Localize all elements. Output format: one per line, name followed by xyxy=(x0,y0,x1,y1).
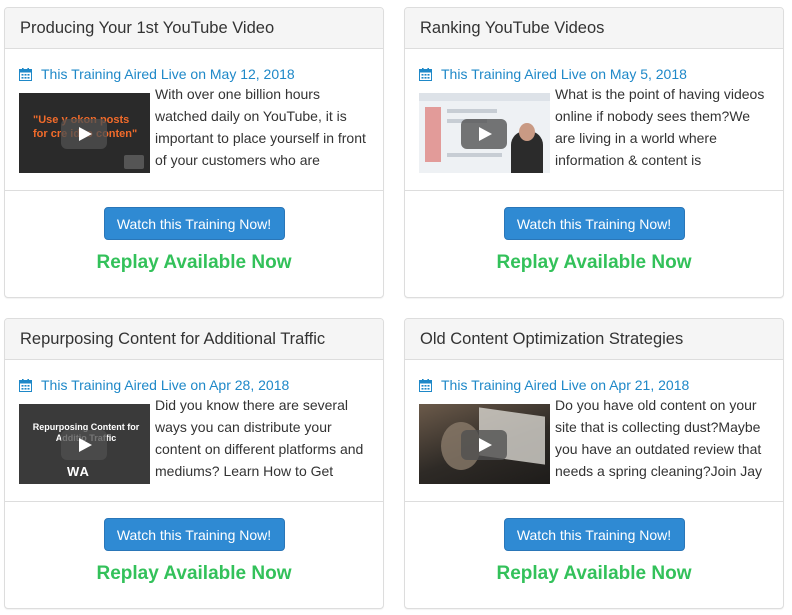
card-header: Ranking YouTube Videos xyxy=(405,8,783,49)
card-description: Did you know there are several ways you … xyxy=(155,397,364,479)
card-footer: Watch this Training Now! Replay Availabl… xyxy=(405,191,783,274)
video-thumbnail[interactable]: "Use y okon posts for cre ideo conten" xyxy=(19,93,150,173)
thumbnail-sidebar xyxy=(425,107,441,162)
card-footer: Watch this Training Now! Replay Availabl… xyxy=(5,502,383,585)
aired-date-link[interactable]: This Training Aired Live on Apr 28, 2018 xyxy=(41,377,289,393)
training-card: Ranking YouTube Videos This Training Air… xyxy=(404,7,784,298)
training-grid: Producing Your 1st YouTube Video This Tr… xyxy=(0,0,792,615)
card-header: Producing Your 1st YouTube Video xyxy=(5,8,383,49)
card-body: This Training Aired Live on Apr 21, 2018… xyxy=(405,360,783,502)
card-description: Do you have old content on your site tha… xyxy=(555,397,763,479)
aired-date: This Training Aired Live on May 5, 2018 xyxy=(419,66,769,82)
calendar-icon xyxy=(419,378,432,392)
watch-training-button[interactable]: Watch this Training Now! xyxy=(503,207,685,240)
video-thumbnail[interactable] xyxy=(419,93,550,173)
card-media: "Use y okon posts for cre ideo conten" W… xyxy=(19,86,369,173)
card-header: Repurposing Content for Additional Traff… xyxy=(5,319,383,360)
calendar-icon xyxy=(19,378,32,392)
card-body: This Training Aired Live on May 5, 2018 … xyxy=(405,49,783,191)
card-media: Repurposing Content for Additio Traffic … xyxy=(19,397,369,484)
card-title: Old Content Optimization Strategies xyxy=(420,329,684,348)
card-description: What is the point of having videos onlin… xyxy=(555,86,765,168)
thumbnail-logo xyxy=(124,155,144,169)
play-icon[interactable] xyxy=(61,430,107,460)
watch-training-button[interactable]: Watch this Training Now! xyxy=(103,518,285,551)
replay-status: Replay Available Now xyxy=(496,252,692,273)
watch-training-button[interactable]: Watch this Training Now! xyxy=(503,518,685,551)
card-title: Ranking YouTube Videos xyxy=(420,18,605,37)
card-body: This Training Aired Live on Apr 28, 2018… xyxy=(5,360,383,502)
card-footer: Watch this Training Now! Replay Availabl… xyxy=(5,191,383,274)
aired-date: This Training Aired Live on Apr 28, 2018 xyxy=(19,377,369,393)
card-body: This Training Aired Live on May 12, 2018… xyxy=(5,49,383,191)
training-card: Repurposing Content for Additional Traff… xyxy=(4,318,384,609)
thumbnail-logo: WA xyxy=(67,464,90,479)
calendar-icon xyxy=(419,67,432,81)
play-icon[interactable] xyxy=(61,119,107,149)
aired-date: This Training Aired Live on Apr 21, 2018 xyxy=(419,377,769,393)
calendar-icon xyxy=(19,67,32,81)
thumbnail-presenter-head xyxy=(519,123,535,141)
aired-date-link[interactable]: This Training Aired Live on May 12, 2018 xyxy=(41,66,295,82)
aired-date-link[interactable]: This Training Aired Live on May 5, 2018 xyxy=(441,66,687,82)
card-media: What is the point of having videos onlin… xyxy=(419,86,769,173)
thumbnail-line xyxy=(447,153,502,157)
card-header: Old Content Optimization Strategies xyxy=(405,319,783,360)
card-title: Repurposing Content for Additional Traff… xyxy=(20,329,326,348)
replay-status: Replay Available Now xyxy=(496,563,692,584)
thumbnail-browser-bar xyxy=(419,93,550,101)
card-media: Do you have old content on your site tha… xyxy=(419,397,769,484)
play-icon[interactable] xyxy=(461,119,507,149)
card-description: With over one billion hours watched dail… xyxy=(155,86,366,168)
thumbnail-line xyxy=(447,109,497,113)
aired-date: This Training Aired Live on May 12, 2018 xyxy=(19,66,369,82)
replay-status: Replay Available Now xyxy=(96,563,292,584)
card-footer: Watch this Training Now! Replay Availabl… xyxy=(405,502,783,585)
play-icon[interactable] xyxy=(461,430,507,460)
video-thumbnail[interactable] xyxy=(419,404,550,484)
training-card: Producing Your 1st YouTube Video This Tr… xyxy=(4,7,384,298)
aired-date-link[interactable]: This Training Aired Live on Apr 21, 2018 xyxy=(441,377,689,393)
training-card: Old Content Optimization Strategies This… xyxy=(404,318,784,609)
replay-status: Replay Available Now xyxy=(96,252,292,273)
card-title: Producing Your 1st YouTube Video xyxy=(20,18,275,37)
video-thumbnail[interactable]: Repurposing Content for Additio Traffic … xyxy=(19,404,150,484)
watch-training-button[interactable]: Watch this Training Now! xyxy=(103,207,285,240)
